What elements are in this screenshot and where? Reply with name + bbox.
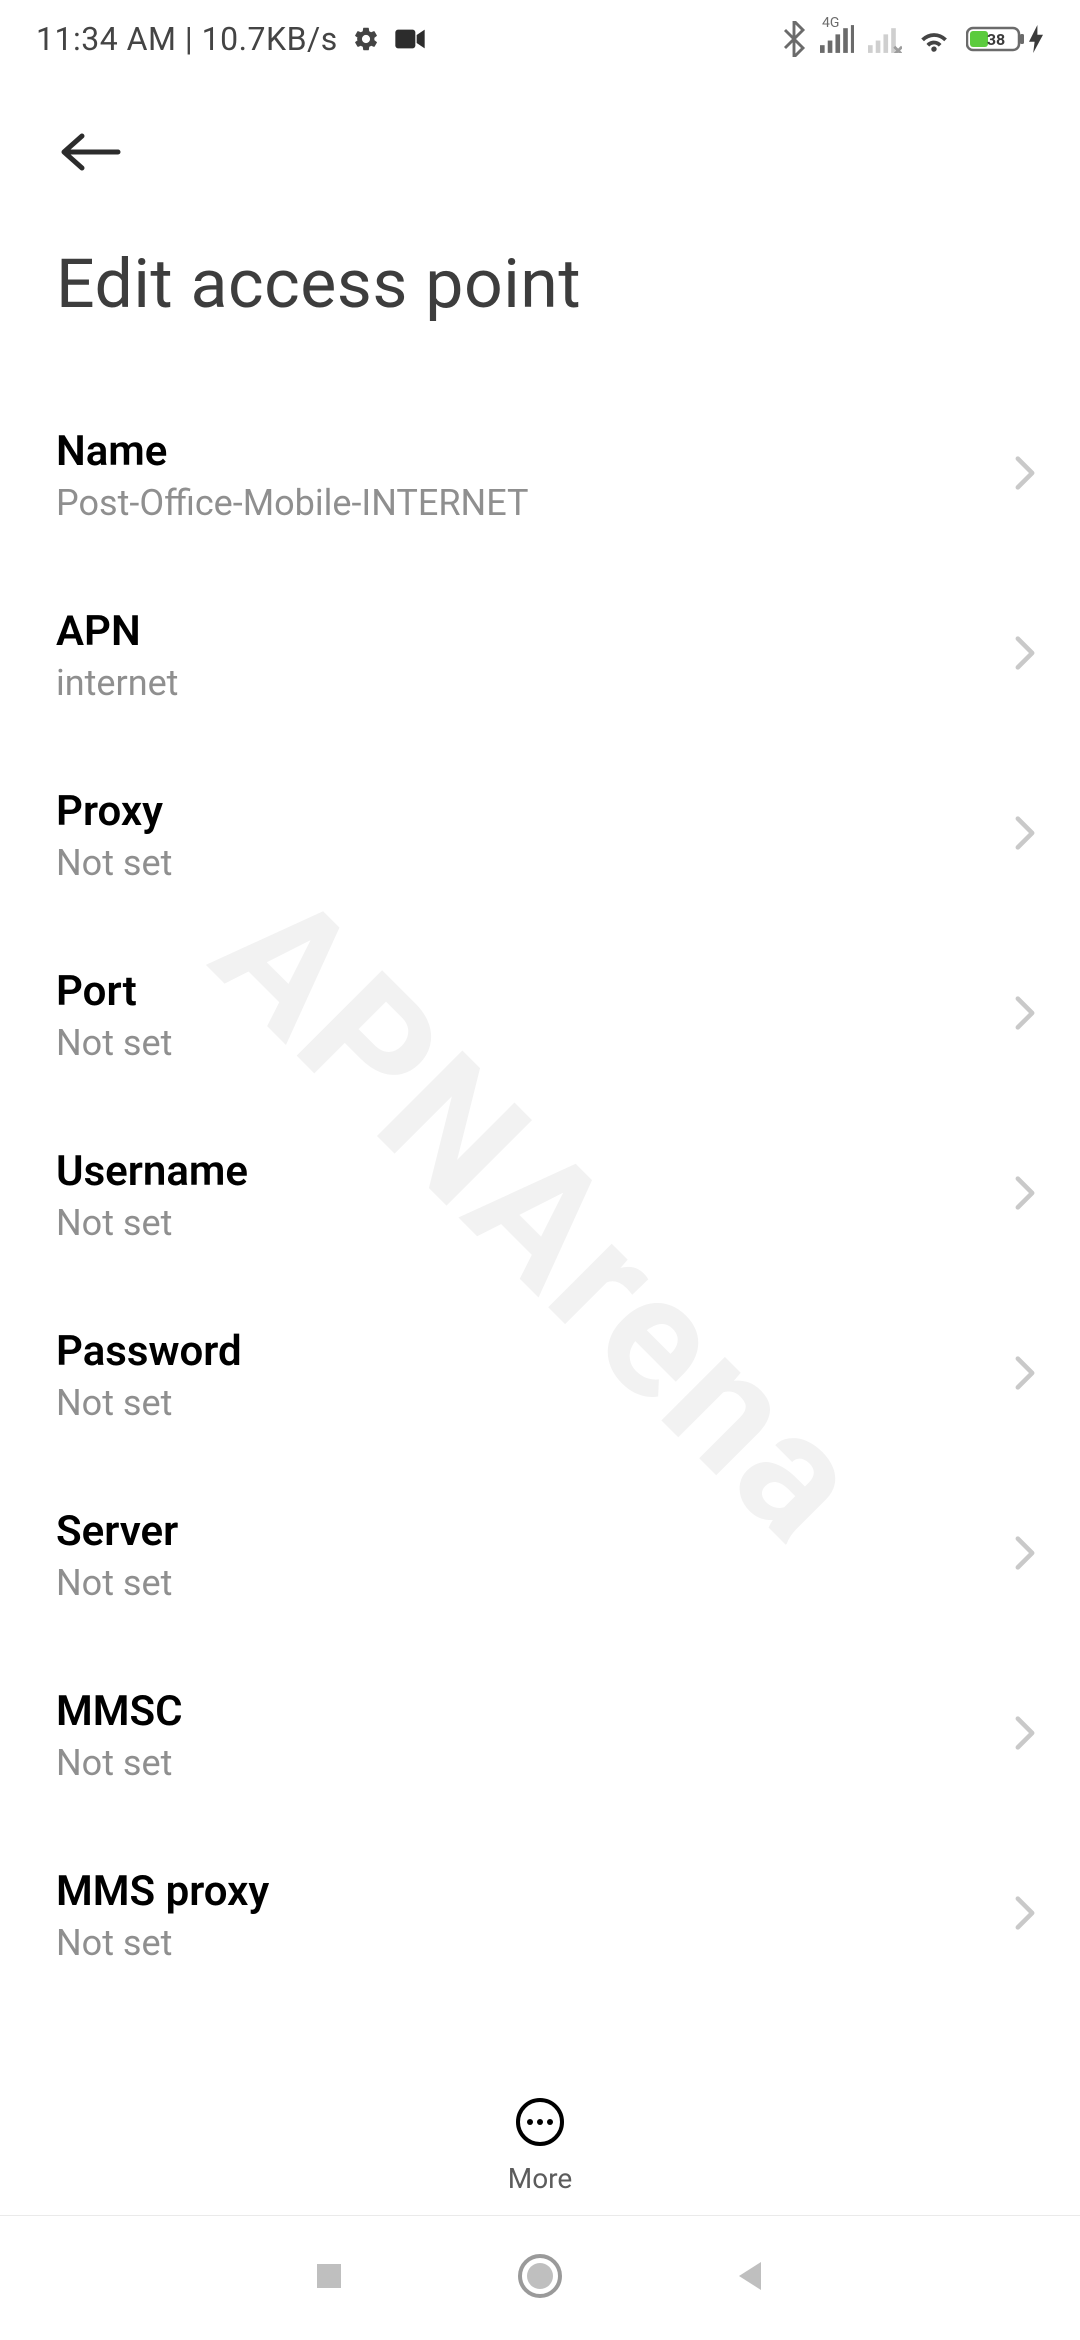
row-title: Proxy — [56, 787, 1020, 836]
row-value: Not set — [56, 1562, 1020, 1604]
nav-home-button[interactable] — [515, 2251, 565, 2305]
row-proxy[interactable]: Proxy Not set — [0, 745, 1080, 925]
gear-icon — [352, 25, 380, 53]
row-mms-proxy[interactable]: MMS proxy Not set — [0, 1825, 1080, 2005]
bluetooth-icon — [782, 21, 806, 57]
row-value: Post-Office-Mobile-INTERNET — [56, 482, 1020, 524]
row-username[interactable]: Username Not set — [0, 1105, 1080, 1285]
apn-settings-list: Name Post-Office-Mobile-INTERNET APN int… — [0, 385, 1080, 2050]
row-mmsc[interactable]: MMSC Not set — [0, 1645, 1080, 1825]
chevron-right-icon — [1014, 995, 1036, 1035]
row-title: MMSC — [56, 1687, 1020, 1736]
chevron-right-icon — [1014, 815, 1036, 855]
signal-nosim-icon — [868, 25, 902, 53]
row-title: Port — [56, 967, 1020, 1016]
row-value: Not set — [56, 1922, 1020, 1964]
battery-icon: 38 — [966, 24, 1044, 54]
more-icon — [514, 2096, 566, 2152]
row-value: Not set — [56, 1382, 1020, 1424]
status-bar: 11:34 AM | 10.7KB/s 4G — [0, 0, 1080, 78]
chevron-right-icon — [1014, 1535, 1036, 1575]
status-time-speed: 11:34 AM | 10.7KB/s — [36, 20, 338, 58]
row-value: Not set — [56, 1742, 1020, 1784]
battery-text: 38 — [987, 30, 1005, 49]
chevron-right-icon — [1014, 635, 1036, 675]
row-title: APN — [56, 607, 1020, 656]
row-title: Username — [56, 1147, 1020, 1196]
row-title: Password — [56, 1327, 1020, 1376]
more-label: More — [508, 2162, 573, 2195]
nav-back-button[interactable] — [731, 2256, 771, 2300]
row-value: internet — [56, 662, 1020, 704]
chevron-right-icon — [1014, 455, 1036, 495]
nav-recent-button[interactable] — [309, 2256, 349, 2300]
row-apn[interactable]: APN internet — [0, 565, 1080, 745]
chevron-right-icon — [1014, 1175, 1036, 1215]
row-value: Not set — [56, 842, 1020, 884]
back-button[interactable] — [56, 132, 126, 176]
network-type-label: 4G — [822, 15, 839, 31]
row-name[interactable]: Name Post-Office-Mobile-INTERNET — [0, 385, 1080, 565]
video-icon — [394, 25, 426, 53]
chevron-right-icon — [1014, 1895, 1036, 1935]
more-button[interactable]: More — [0, 2075, 1080, 2215]
chevron-right-icon — [1014, 1355, 1036, 1395]
row-title: Name — [56, 427, 1020, 476]
wifi-icon — [916, 24, 952, 54]
row-title: Server — [56, 1507, 1020, 1556]
page-title: Edit access point — [56, 244, 581, 324]
lightning-icon — [1028, 25, 1044, 53]
navigation-bar — [0, 2215, 1080, 2340]
row-value: Not set — [56, 1022, 1020, 1064]
row-server[interactable]: Server Not set — [0, 1465, 1080, 1645]
row-port[interactable]: Port Not set — [0, 925, 1080, 1105]
chevron-right-icon — [1014, 1715, 1036, 1755]
signal-4g-icon: 4G — [820, 25, 854, 53]
row-password[interactable]: Password Not set — [0, 1285, 1080, 1465]
row-value: Not set — [56, 1202, 1020, 1244]
row-title: MMS proxy — [56, 1867, 1020, 1916]
